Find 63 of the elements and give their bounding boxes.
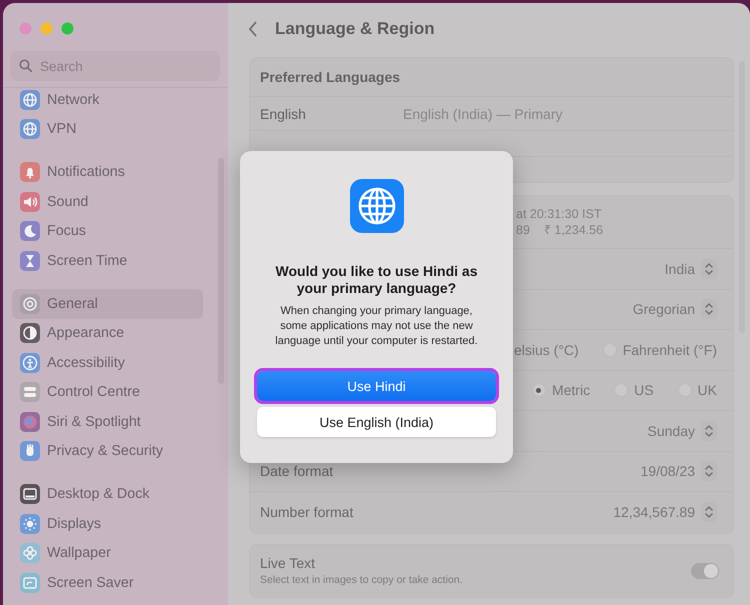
popup-value[interactable]: 12,34,567.89 xyxy=(613,504,695,520)
popup-value[interactable]: India xyxy=(664,260,695,277)
maximize-icon[interactable] xyxy=(61,22,74,35)
sidebar-item[interactable]: Accessibility xyxy=(12,348,203,378)
cancel-button[interactable]: Use English (India) xyxy=(257,407,496,437)
speaker-icon xyxy=(20,192,40,212)
setting-label: Live Text xyxy=(260,555,316,571)
setting-label: Number format xyxy=(260,504,354,520)
search-icon xyxy=(19,59,33,73)
sidebar-item[interactable]: Appearance xyxy=(12,318,203,348)
setting-description: Select text in images to copy or take action. xyxy=(260,574,463,586)
close-icon[interactable] xyxy=(19,22,32,35)
sidebar-item[interactable]: Notifications xyxy=(12,158,203,187)
popup-value[interactable]: Gregorian xyxy=(632,301,695,318)
globe-icon xyxy=(20,119,40,140)
format-preview: 89 xyxy=(516,222,530,238)
sidebar-item[interactable]: VPN xyxy=(12,114,203,144)
person-icon xyxy=(20,352,40,373)
toggle-switch[interactable] xyxy=(691,562,719,578)
sidebar-item[interactable]: Screen Time xyxy=(12,246,203,276)
sidebar-item[interactable]: Control Centre xyxy=(12,378,203,407)
radio-label[interactable]: elsius (°C) xyxy=(514,342,579,358)
setting-label: Date format xyxy=(260,463,334,480)
globe-icon xyxy=(350,179,404,233)
sidebar-item[interactable]: Focus xyxy=(12,216,203,246)
sidebar-item[interactable]: Network xyxy=(12,88,203,114)
sidebar-item[interactable]: Sound xyxy=(12,187,203,216)
radio-label[interactable]: US xyxy=(634,382,654,398)
format-preview: at 20:31:30 IST xyxy=(516,206,602,222)
sidebar-item[interactable]: Desktop & Dock xyxy=(12,480,203,509)
dock-icon xyxy=(20,484,40,504)
hand-icon xyxy=(20,441,40,462)
hourglass-icon xyxy=(20,250,40,271)
dialog-title: Would you like to use Hindi as your primary language? xyxy=(274,263,478,297)
popup-value[interactable]: 19/08/23 xyxy=(640,463,695,480)
moon-icon xyxy=(20,221,40,242)
popup-value[interactable]: Sunday xyxy=(648,422,695,439)
orb-icon xyxy=(20,412,40,432)
radio-label[interactable]: Fahrenheit (°F) xyxy=(622,342,717,358)
minimize-icon[interactable] xyxy=(40,22,53,35)
bell-icon xyxy=(20,162,40,182)
radio-label[interactable]: Metric xyxy=(552,382,590,398)
radio-label[interactable]: UK xyxy=(698,382,717,398)
back-icon[interactable] xyxy=(248,21,258,37)
dialog-message: When changing your primary language, some applications may not use the new language until your computer is restarted. xyxy=(274,304,479,349)
sidebar-item[interactable]: Wallpaper xyxy=(12,538,203,568)
sidebar-item[interactable]: Privacy & Security xyxy=(12,436,203,466)
sidebar-item[interactable]: Displays xyxy=(12,509,203,538)
section-heading: Preferred Languages xyxy=(260,69,400,85)
screen-icon xyxy=(20,572,40,593)
radio-button[interactable] xyxy=(532,383,546,398)
toggle-icon xyxy=(20,382,40,402)
sidebar-item[interactable]: General xyxy=(12,289,203,318)
sidebar-item[interactable]: Siri & Spotlight xyxy=(12,407,203,436)
language-name: English xyxy=(260,106,306,122)
confirm-button[interactable]: Use Hindi xyxy=(257,371,496,401)
format-preview: ₹ 1,234.56 xyxy=(544,222,604,238)
globe-icon xyxy=(20,90,40,110)
sun-icon xyxy=(20,514,40,534)
gear-icon xyxy=(20,294,40,314)
sidebar-item[interactable]: Screen Saver xyxy=(12,568,203,598)
flower-icon xyxy=(20,543,40,564)
page-title: Language & Region xyxy=(275,19,435,39)
